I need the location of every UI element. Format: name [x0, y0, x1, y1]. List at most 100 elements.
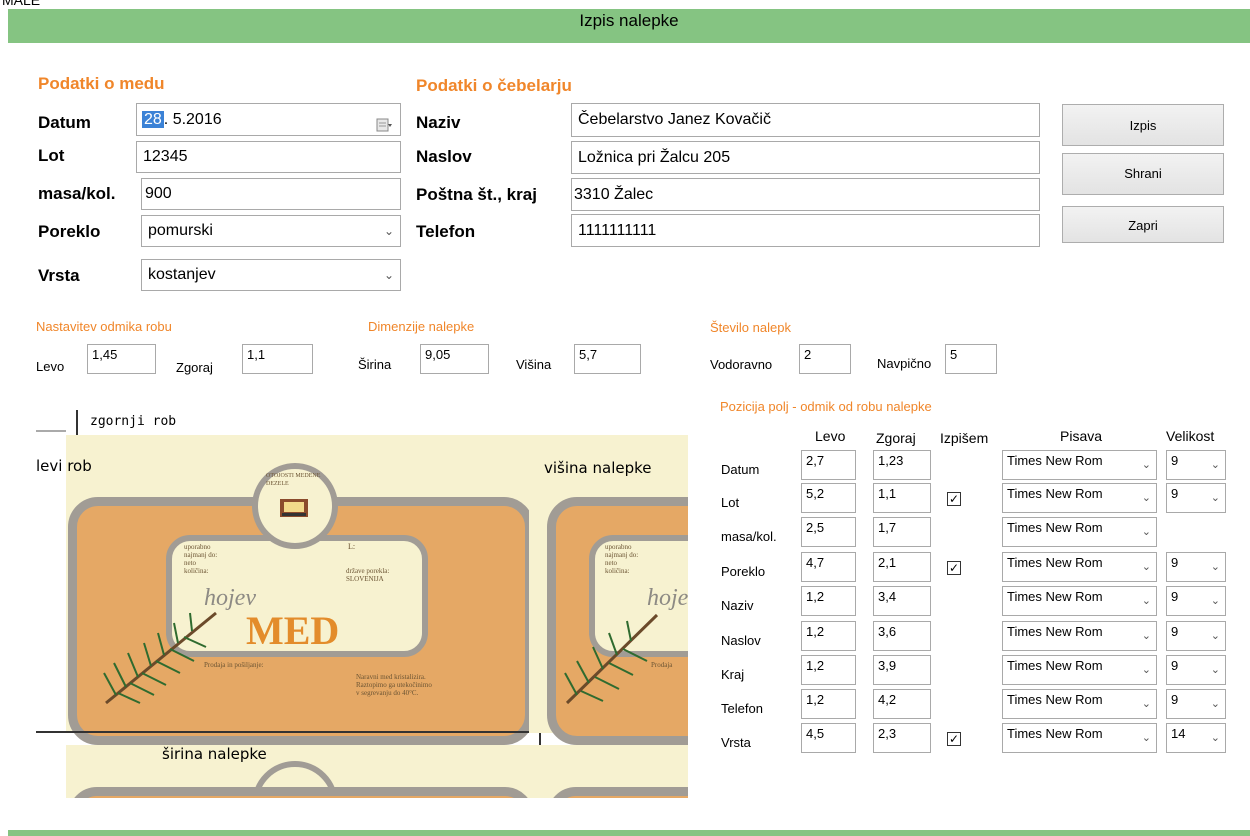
font-select-5[interactable]: Times New Rom ⌄: [1002, 621, 1157, 651]
margin-top-field[interactable]: 1,1: [242, 344, 313, 374]
brand-med: MED: [246, 608, 340, 653]
calendar-icon[interactable]: [376, 112, 392, 132]
top-edge-label: zgornji rob: [90, 414, 177, 429]
field-top-input-8[interactable]: 2,3: [873, 723, 931, 753]
field-top-input-5[interactable]: 3,6: [873, 621, 931, 651]
phone-field[interactable]: 1111111111: [571, 214, 1040, 247]
vert-label: Navpično: [877, 356, 932, 371]
col-size-header: Velikost: [1166, 428, 1215, 444]
font-select-6[interactable]: Times New Rom ⌄: [1002, 655, 1157, 685]
field-top-input-4[interactable]: 3,4: [873, 586, 931, 616]
chevron-down-icon: ⌄: [1141, 526, 1151, 538]
size-select-1[interactable]: 9 ⌄: [1166, 483, 1226, 513]
field-top-input-7[interactable]: 4,2: [873, 689, 931, 719]
font-select-7[interactable]: Times New Rom ⌄: [1002, 689, 1157, 719]
chevron-down-icon: ⌄: [1141, 630, 1151, 642]
size-value: 9: [1171, 658, 1179, 673]
field-left-input-8[interactable]: 4,5: [801, 723, 856, 753]
count-title: Število nalepk: [710, 320, 791, 335]
size-select-6[interactable]: 9 ⌄: [1166, 655, 1226, 685]
name-field[interactable]: Čebelarstvo Janez Kovačič: [571, 103, 1040, 137]
close-button[interactable]: Zapri: [1062, 206, 1224, 243]
font-select-2[interactable]: Times New Rom ⌄: [1002, 517, 1157, 547]
post-label: Poštna št., kraj: [416, 185, 537, 204]
font-value: Times New Rom: [1007, 692, 1103, 707]
field-left-input-7[interactable]: 1,2: [801, 689, 856, 719]
field-left-input-3[interactable]: 4,7: [801, 552, 856, 582]
size-value: 9: [1171, 589, 1179, 604]
print-button[interactable]: Izpis: [1062, 104, 1224, 146]
font-select-3[interactable]: Times New Rom ⌄: [1002, 552, 1157, 582]
font-select-0[interactable]: Times New Rom ⌄: [1002, 450, 1157, 480]
label-text-left-2: uporabno najmanj do: neto količina:: [605, 543, 639, 575]
print-checkbox-3[interactable]: ✓: [947, 561, 961, 575]
save-button[interactable]: Shrani: [1062, 153, 1224, 195]
print-checkbox-1[interactable]: ✓: [947, 492, 961, 506]
size-value: 14: [1171, 726, 1186, 741]
size-select-8[interactable]: 14 ⌄: [1166, 723, 1226, 753]
height-label: Višina: [516, 357, 552, 372]
height-field[interactable]: 5,7: [574, 344, 641, 374]
col-left-header: Levo: [815, 428, 846, 444]
lot-mark: L:: [348, 542, 356, 551]
horiz-field[interactable]: 2: [799, 344, 851, 374]
field-name-0: Datum: [721, 462, 760, 477]
chevron-down-icon: ⌄: [1210, 561, 1220, 573]
date-picker[interactable]: 28. 5.2016: [136, 103, 401, 136]
field-name-8: Vrsta: [721, 735, 751, 750]
origin-select[interactable]: pomurski ⌄: [141, 215, 401, 247]
lot-label: Lot: [38, 146, 65, 165]
label-preview: zgornji rob OTOJOSTI MEDENE DEZELE upora…: [36, 407, 688, 798]
chevron-down-icon: ⌄: [1210, 459, 1220, 471]
size-value: 9: [1171, 453, 1179, 468]
seal-logo: OTOJOSTI MEDENE DEZELE: [252, 463, 338, 549]
origin-country: države porekla: SLOVENIJA: [346, 567, 390, 583]
chevron-down-icon: ⌄: [1210, 732, 1220, 744]
field-top-input-2[interactable]: 1,7: [873, 517, 931, 547]
mass-field[interactable]: 900: [141, 178, 401, 210]
post-field[interactable]: 3310 Žalec: [571, 178, 1040, 211]
window-title: Izpis nalepke: [579, 11, 679, 30]
label-width-label: širina nalepke: [162, 745, 267, 763]
field-left-input-4[interactable]: 1,2: [801, 586, 856, 616]
chevron-down-icon: ⌄: [1141, 732, 1151, 744]
lot-field[interactable]: 12345: [136, 141, 401, 173]
margins-title: Nastavitev odmika robu: [36, 319, 172, 334]
field-left-input-5[interactable]: 1,2: [801, 621, 856, 651]
font-value: Times New Rom: [1007, 520, 1103, 535]
print-checkbox-8[interactable]: ✓: [947, 732, 961, 746]
chevron-down-icon: ⌄: [1141, 664, 1151, 676]
address-field[interactable]: Ložnica pri Žalcu 205: [571, 141, 1040, 174]
type-select[interactable]: kostanjev ⌄: [141, 259, 401, 291]
size-select-0[interactable]: 9 ⌄: [1166, 450, 1226, 480]
size-select-7[interactable]: 9 ⌄: [1166, 689, 1226, 719]
fir-branch-icon: [564, 613, 659, 705]
field-top-input-1[interactable]: 1,1: [873, 483, 931, 513]
beekeeper-section-title: Podatki o čebelarju: [416, 76, 572, 95]
label-sample-4: [529, 745, 688, 798]
margin-left-field[interactable]: 1,45: [87, 344, 156, 374]
font-select-1[interactable]: Times New Rom ⌄: [1002, 483, 1157, 513]
field-top-input-0[interactable]: 1,23: [873, 450, 931, 480]
field-top-input-6[interactable]: 3,9: [873, 655, 931, 685]
font-select-4[interactable]: Times New Rom ⌄: [1002, 586, 1157, 616]
field-left-input-0[interactable]: 2,7: [801, 450, 856, 480]
width-field[interactable]: 9,05: [420, 344, 489, 374]
size-select-5[interactable]: 9 ⌄: [1166, 621, 1226, 651]
field-left-input-1[interactable]: 5,2: [801, 483, 856, 513]
field-top-input-3[interactable]: 2,1: [873, 552, 931, 582]
field-left-input-6[interactable]: 1,2: [801, 655, 856, 685]
size-value: 9: [1171, 555, 1179, 570]
size-select-4[interactable]: 9 ⌄: [1166, 586, 1226, 616]
vert-field[interactable]: 5: [945, 344, 997, 374]
field-left-input-2[interactable]: 2,5: [801, 517, 856, 547]
phone-label: Telefon: [416, 222, 476, 241]
font-value: Times New Rom: [1007, 486, 1103, 501]
corner-text: MALE: [2, 0, 41, 8]
size-select-3[interactable]: 9 ⌄: [1166, 552, 1226, 582]
field-name-1: Lot: [721, 495, 740, 510]
font-select-8[interactable]: Times New Rom ⌄: [1002, 723, 1157, 753]
label-text-left: uporabno najmanj do: neto količina:: [184, 543, 218, 575]
date-rest: . 5.2016: [163, 111, 222, 128]
left-edge-label: levi rob: [36, 457, 92, 475]
